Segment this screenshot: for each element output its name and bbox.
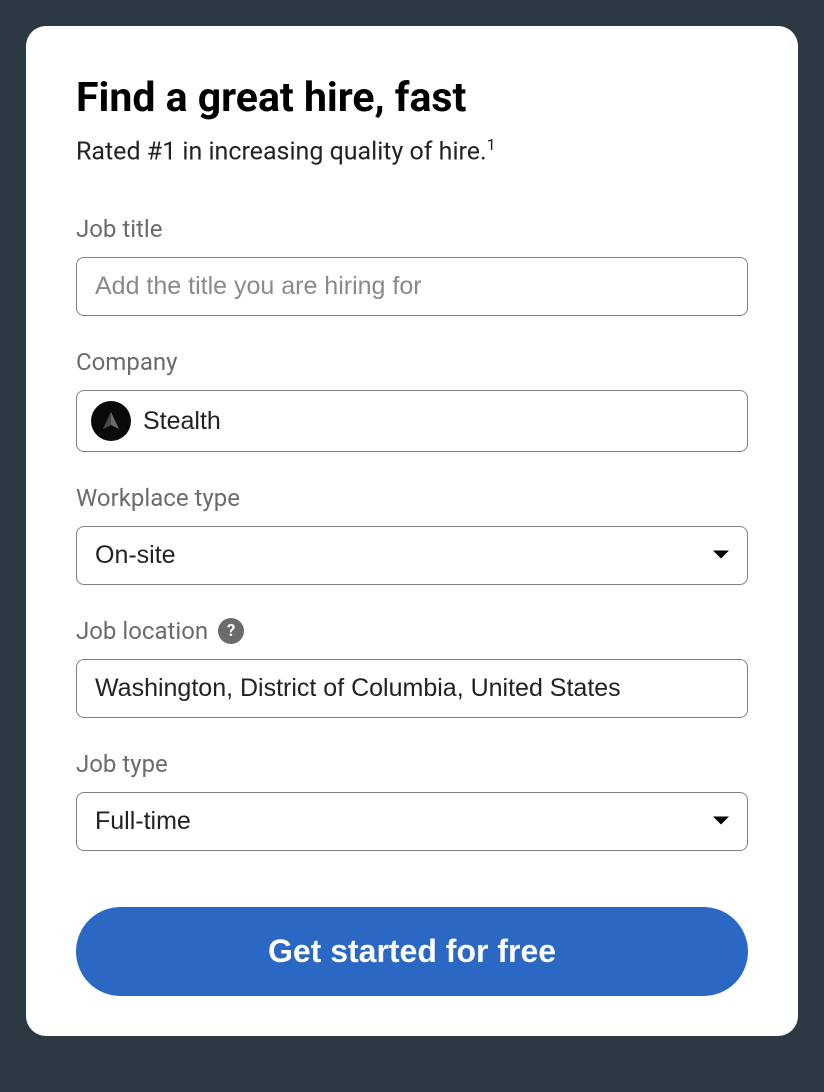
company-input-wrapper[interactable] <box>76 390 748 452</box>
company-label: Company <box>76 348 748 376</box>
job-title-group: Job title <box>76 215 748 316</box>
help-icon[interactable]: ? <box>218 618 244 644</box>
job-type-group: Job type <box>76 750 748 851</box>
job-title-input[interactable] <box>76 257 748 316</box>
job-location-label: Job location ? <box>76 617 748 645</box>
subtitle-text: Rated #1 in increasing quality of hire. <box>76 138 487 167</box>
workplace-type-select-wrapper <box>76 526 748 585</box>
job-location-group: Job location ? <box>76 617 748 718</box>
company-logo-icon <box>91 401 131 441</box>
job-type-label: Job type <box>76 750 748 778</box>
job-type-select[interactable] <box>76 792 748 851</box>
page-subtitle: Rated #1 in increasing quality of hire.1 <box>76 135 748 169</box>
company-group: Company <box>76 348 748 452</box>
page-title: Find a great hire, fast <box>76 74 748 123</box>
job-type-select-wrapper <box>76 792 748 851</box>
company-input[interactable] <box>143 407 733 436</box>
job-posting-card: Find a great hire, fast Rated #1 in incr… <box>26 26 798 1036</box>
workplace-type-select[interactable] <box>76 526 748 585</box>
workplace-type-label: Workplace type <box>76 484 748 512</box>
job-title-label: Job title <box>76 215 748 243</box>
get-started-button[interactable]: Get started for free <box>76 907 748 996</box>
footnote-marker: 1 <box>487 135 496 154</box>
job-location-label-text: Job location <box>76 617 208 645</box>
job-location-input[interactable] <box>76 659 748 718</box>
workplace-type-group: Workplace type <box>76 484 748 585</box>
